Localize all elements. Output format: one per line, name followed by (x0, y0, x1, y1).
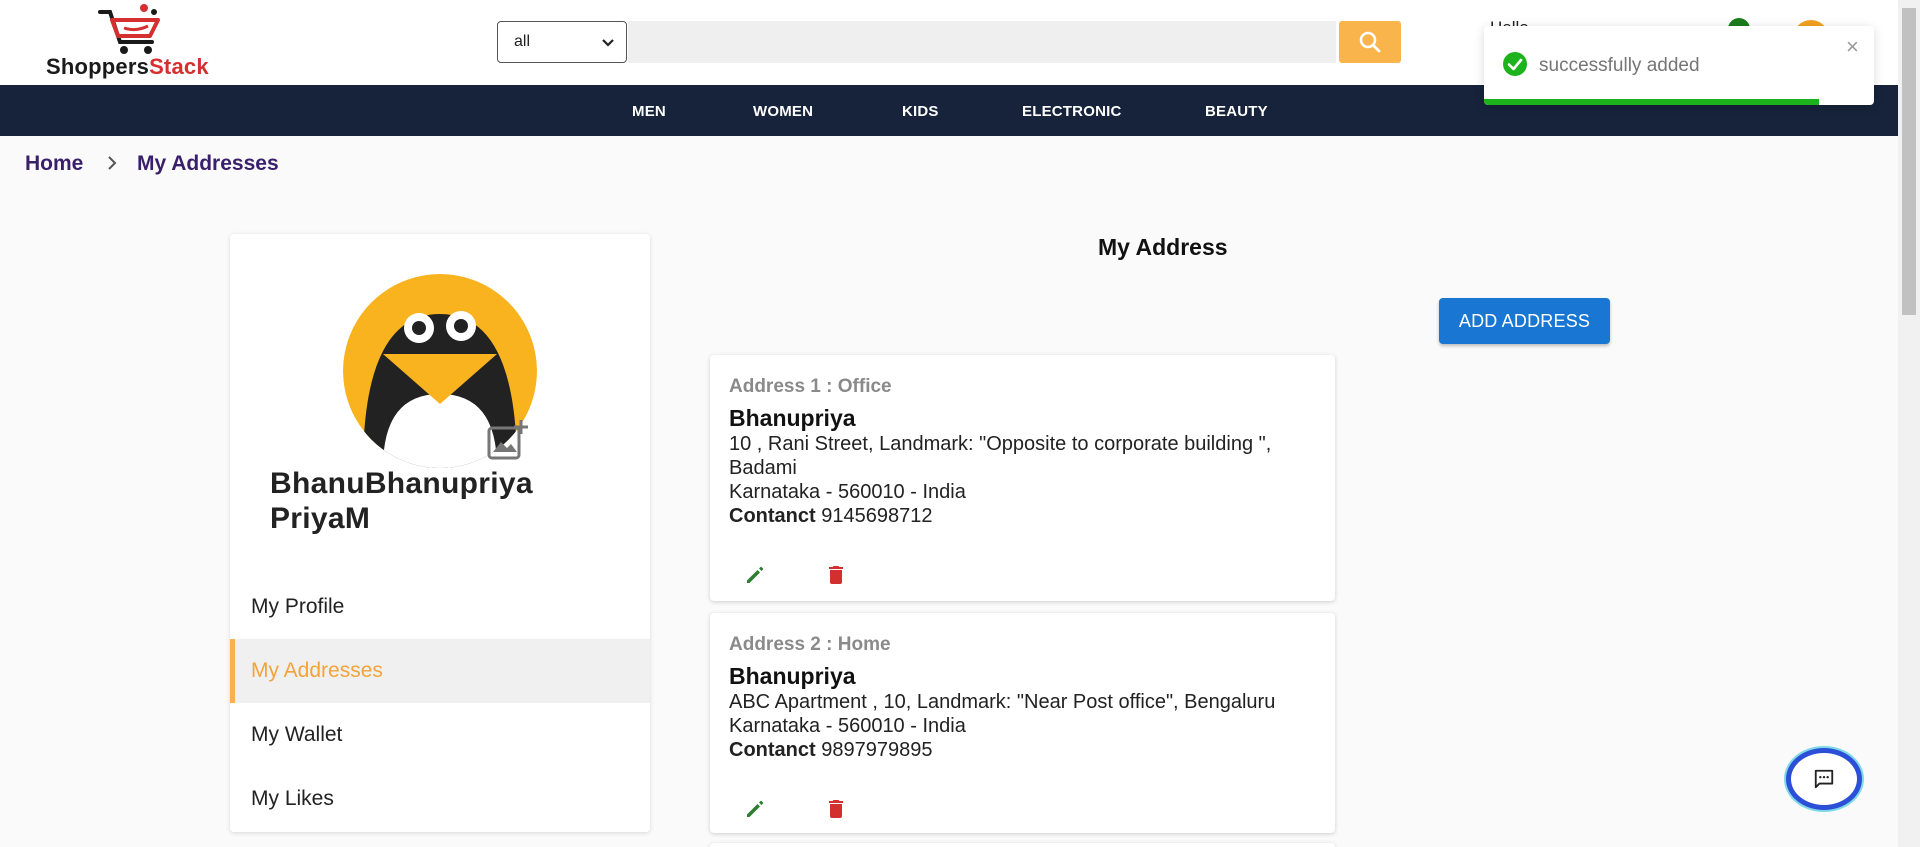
user-name: BhanuBhanupriya PriyaM (270, 467, 533, 535)
nav-item-men[interactable]: MEN (632, 103, 666, 120)
contact-label: Contanct (729, 739, 816, 761)
account-sidebar: BhanuBhanupriya PriyaM My Profile My Add… (230, 234, 650, 832)
category-selected-value: all (514, 33, 531, 50)
edit-icon[interactable] (743, 563, 767, 587)
add-address-button[interactable]: ADD ADDRESS (1439, 298, 1610, 344)
toast-message: successfully added (1539, 55, 1700, 76)
chat-icon (1814, 769, 1834, 789)
address-contact: Contanct 9145698712 (729, 504, 1329, 528)
nav-item-beauty[interactable]: BEAUTY (1205, 103, 1268, 120)
sidebar-item-my-addresses[interactable]: My Addresses (230, 639, 650, 703)
address-contact: Contanct 9897979895 (729, 738, 1329, 762)
search-button[interactable] (1339, 21, 1401, 63)
sidebar-item-my-profile[interactable]: My Profile (230, 575, 650, 639)
page-title: My Address (1098, 234, 1228, 260)
address-line: ABC Apartment , 10, Landmark: "Near Post… (729, 691, 1276, 713)
search-input[interactable] (628, 21, 1336, 63)
nav-item-kids[interactable]: KIDS (902, 103, 939, 120)
edit-icon[interactable] (743, 797, 767, 821)
add-photo-icon[interactable] (485, 418, 529, 462)
success-toast: successfully added × (1484, 26, 1874, 105)
chat-button[interactable] (1786, 748, 1862, 810)
address-line: 10 , Rani Street, Landmark: "Opposite to… (729, 433, 1272, 479)
cart-logo-icon (98, 4, 160, 54)
address-region: Karnataka - 560010 - India (729, 715, 966, 737)
address-card: Address 1 : Office Bhanupriya 10 , Rani … (710, 355, 1335, 601)
nav-item-women[interactable]: WOMEN (753, 103, 813, 120)
delete-icon[interactable] (824, 563, 848, 587)
address-region: Karnataka - 560010 - India (729, 481, 966, 503)
category-select[interactable]: all (497, 21, 627, 63)
shoppersstack-logo[interactable]: ShoppersStack (44, 2, 234, 80)
address-name: Bhanupriya (729, 663, 856, 689)
address-card: Address 2 : Home Bhanupriya ABC Apartmen… (710, 613, 1335, 833)
sidebar-item-my-wallet[interactable]: My Wallet (230, 703, 650, 767)
delete-icon[interactable] (824, 797, 848, 821)
breadcrumb-current: My Addresses (137, 152, 279, 175)
toast-progress-bar (1484, 99, 1820, 105)
close-icon[interactable]: × (1846, 34, 1859, 60)
search-icon (1359, 31, 1381, 53)
sidebar-item-my-likes[interactable]: My Likes (230, 767, 650, 831)
nav-item-electronic[interactable]: ELECTRONIC (1022, 103, 1122, 120)
address-card-partial (710, 843, 1335, 847)
logo-text: ShoppersStack (46, 54, 209, 79)
search-bar: all (497, 21, 1401, 63)
scrollbar-thumb[interactable] (1902, 8, 1916, 315)
address-heading: Address 2 : Home (729, 634, 891, 655)
chevron-down-icon (602, 39, 614, 47)
page-scrollbar[interactable] (1898, 0, 1920, 847)
success-check-icon (1503, 52, 1527, 76)
page: { "header": { "logo": { "part1": "Shoppe… (0, 0, 1920, 847)
contact-label: Contanct (729, 505, 816, 527)
address-heading: Address 1 : Office (729, 376, 892, 397)
breadcrumb-home[interactable]: Home (25, 152, 83, 176)
contact-number: 9145698712 (821, 505, 933, 527)
chevron-right-icon (108, 156, 117, 170)
contact-number: 9897979895 (821, 739, 933, 761)
address-name: Bhanupriya (729, 405, 856, 431)
